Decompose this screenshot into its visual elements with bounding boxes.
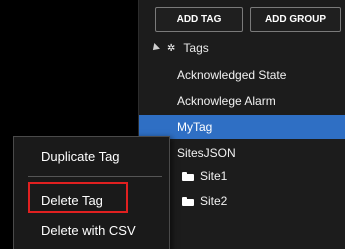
tree-item[interactable]: Acknowlege Alarm xyxy=(139,89,345,113)
folder-icon xyxy=(182,196,194,206)
menu-item-delete-tag[interactable]: Delete Tag xyxy=(14,186,169,214)
folder-icon xyxy=(182,171,194,181)
tree-item-label: SitesJSON xyxy=(177,146,236,160)
tree-root-label: Tags xyxy=(183,41,209,55)
tree-folder-label: Site1 xyxy=(200,169,228,183)
menu-item-duplicate-tag[interactable]: Duplicate Tag xyxy=(14,142,169,170)
menu-item-label: Duplicate Tag xyxy=(41,148,120,164)
page: ADD TAG ADD GROUP ✲ Tags Acknowledged St… xyxy=(0,0,345,249)
add-tag-button[interactable]: ADD TAG xyxy=(155,7,243,32)
caret-down-icon[interactable] xyxy=(150,43,160,53)
tree-root-tags[interactable]: ✲ Tags xyxy=(150,40,209,56)
add-group-button[interactable]: ADD GROUP xyxy=(250,7,341,32)
tree-item-label: Acknowlege Alarm xyxy=(177,94,276,108)
context-menu: Duplicate Tag Delete Tag Delete with CSV xyxy=(13,136,170,249)
gear-icon: ✲ xyxy=(167,42,176,54)
tree-item-label: Acknowledged State xyxy=(177,68,287,82)
menu-separator xyxy=(28,176,162,177)
menu-item-delete-with-csv[interactable]: Delete with CSV xyxy=(14,216,169,244)
menu-item-label: Delete Tag xyxy=(41,192,103,208)
tree-item-label: MyTag xyxy=(177,120,213,134)
tree-item[interactable]: Acknowledged State xyxy=(139,63,345,87)
menu-item-label: Delete with CSV xyxy=(41,222,136,238)
tree-folder-label: Site2 xyxy=(200,194,228,208)
